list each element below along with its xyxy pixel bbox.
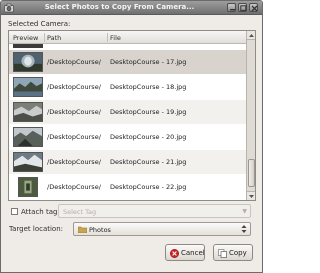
photo-thumbnail [18,177,38,197]
table-row[interactable]: /DesktopCourse/ DesktopCourse - 18.jpg [9,75,246,99]
tag-select[interactable]: Select Tag ▼ [58,204,251,218]
column-separator [44,33,45,42]
minimize-icon [230,9,235,11]
table-row[interactable]: /DesktopCourse/ DesktopCourse - 20.jpg [9,125,246,149]
copy-button[interactable]: Copy [213,244,253,261]
row-file: DesktopCourse - 17.jpg [110,58,187,66]
cancel-button[interactable]: Cancel [165,244,205,261]
attach-tag-checkbox[interactable] [11,208,18,215]
scroll-down-button[interactable] [247,191,255,200]
list-header: Preview Path File [9,31,246,44]
maximize-icon [240,5,247,11]
attach-tag-label: Attach tag: [21,208,60,216]
column-header-path[interactable]: Path [47,34,61,42]
row-path: /DesktopCourse/ [47,108,101,116]
close-button[interactable] [249,3,258,12]
chevron-down-icon: ▼ [242,208,247,215]
scroll-up-button[interactable] [247,31,255,40]
target-location-combo[interactable]: Photos [73,222,251,236]
partial-thumbnail [13,44,43,48]
copy-icon [218,249,227,258]
row-file: DesktopCourse - 19.jpg [110,108,187,116]
row-file: DesktopCourse - 21.jpg [110,158,187,166]
selected-camera-label: Selected Camera: [8,20,71,28]
photo-thumbnail [13,152,43,172]
window-title: Select Photos to Copy From Camera... [44,3,195,11]
photo-thumbnail [13,127,43,147]
vertical-scrollbar[interactable] [246,31,255,200]
column-header-preview[interactable]: Preview [13,34,38,42]
arrow-up-icon [249,34,254,37]
photo-thumbnail [13,102,43,122]
photo-list[interactable]: Preview Path File /DesktopCourse/ Deskto… [8,30,256,201]
target-location-value: Photos [89,226,111,234]
row-path: /DesktopCourse/ [47,158,101,166]
row-file: DesktopCourse - 20.jpg [110,133,187,141]
row-path: /DesktopCourse/ [47,183,101,191]
table-row[interactable]: /DesktopCourse/ DesktopCourse - 17.jpg [9,50,246,74]
table-row[interactable]: /DesktopCourse/ DesktopCourse - 22.jpg [9,175,246,199]
maximize-button[interactable] [238,3,247,12]
photo-thumbnail [13,52,43,72]
column-header-file[interactable]: File [110,34,121,42]
copy-button-label: Copy [229,249,247,257]
target-location-label: Target location: [9,225,64,233]
title-bar[interactable]: Select Photos to Copy From Camera... [1,1,262,15]
folder-icon [78,226,87,233]
scrollbar-thumb[interactable] [248,159,255,187]
row-path: /DesktopCourse/ [47,83,101,91]
table-row[interactable]: /DesktopCourse/ DesktopCourse - 21.jpg [9,150,246,174]
row-path: /DesktopCourse/ [47,133,101,141]
list-rows: /DesktopCourse/ DesktopCourse - 17.jpg /… [9,44,246,200]
photo-thumbnail [13,77,43,97]
row-path: /DesktopCourse/ [47,58,101,66]
row-file: DesktopCourse - 18.jpg [110,83,187,91]
cancel-icon [170,249,179,258]
table-row[interactable]: /DesktopCourse/ DesktopCourse - 19.jpg [9,100,246,124]
minimize-button[interactable] [227,3,236,12]
arrow-down-icon [249,195,254,198]
column-separator [107,33,108,42]
tag-select-placeholder: Select Tag [63,208,97,216]
row-file: DesktopCourse - 22.jpg [110,183,187,191]
cancel-button-label: Cancel [181,249,205,257]
close-icon [251,5,258,12]
dialog-window: Select Photos to Copy From Camera... Sel… [0,0,263,273]
updown-arrows-icon [241,225,247,233]
